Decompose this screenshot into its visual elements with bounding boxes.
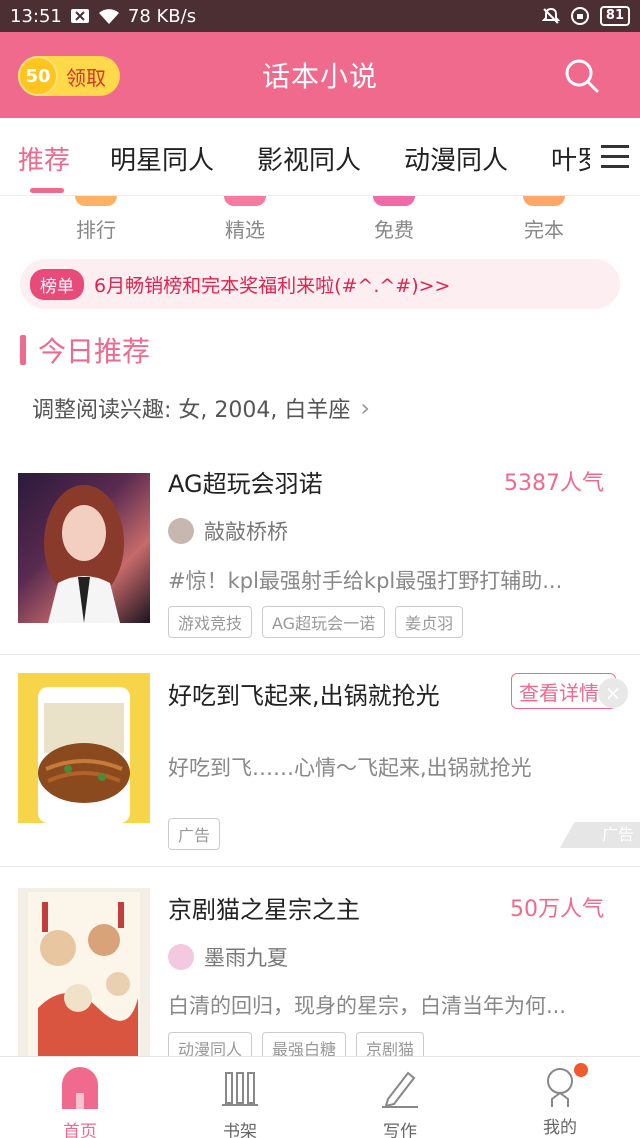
- book-cover[interactable]: [18, 888, 150, 1056]
- tag[interactable]: AG超玩会一诺: [262, 606, 386, 638]
- app-title: 话本小说: [261, 60, 378, 93]
- coin-claim-label: 领取: [66, 65, 106, 90]
- book-author[interactable]: 敲敲桥桥: [168, 516, 288, 546]
- app-header: 50 领取 话本小说: [0, 32, 640, 118]
- avatar: [168, 944, 194, 970]
- book-title[interactable]: AG超玩会羽诺: [168, 464, 323, 499]
- notice-banner[interactable]: 榜单 6月畅销榜和完本奖福利来啦(#^.^#)>>: [20, 259, 620, 309]
- quick-nav-free[interactable]: 免费: [334, 196, 454, 243]
- author-name: 敲敲桥桥: [204, 520, 288, 544]
- notice-badge: 榜单: [30, 268, 84, 300]
- ad-cover[interactable]: [18, 673, 150, 823]
- nav-profile[interactable]: 我的: [500, 1063, 620, 1138]
- free-icon: [373, 196, 415, 206]
- featured-icon: [224, 196, 266, 206]
- book-tags: 游戏竞技 AG超玩会一诺 姜贞羽: [168, 606, 464, 638]
- tab-recommend[interactable]: 推荐: [18, 140, 70, 177]
- profile-icon-wrap: [538, 1063, 588, 1109]
- section-title: 今日推荐: [38, 335, 151, 368]
- quick-nav-label: 排行: [76, 218, 116, 242]
- book-description: 白清的回归，现身的星宗，白清当年为何...: [168, 994, 567, 1018]
- nav-label: 首页: [63, 1122, 97, 1138]
- ad-tags: 广告: [168, 818, 221, 850]
- tag[interactable]: 姜贞羽: [395, 606, 464, 638]
- net-speed: 78 KB/s: [127, 5, 197, 27]
- close-icon[interactable]: ×: [598, 678, 628, 708]
- nav-bookshelf[interactable]: 书架: [180, 1065, 300, 1138]
- notification-dot: [574, 1063, 588, 1077]
- quick-nav: 排行 精选 免费 完本: [0, 196, 640, 252]
- book-popularity: 50万人气: [510, 897, 604, 922]
- battery-icon: 81: [599, 6, 630, 26]
- tag[interactable]: 游戏竞技: [168, 606, 253, 638]
- ad-tag: 广告: [168, 818, 221, 850]
- quick-nav-ranking[interactable]: 排行: [36, 196, 156, 243]
- quick-nav-completed[interactable]: 完本: [484, 196, 604, 243]
- book-description: #惊！kpl最强射手给kpl最强打野打辅助...: [168, 569, 563, 593]
- completed-icon: [523, 196, 565, 206]
- mute-bell-icon: [541, 7, 560, 24]
- author-name: 墨雨九夏: [204, 946, 288, 970]
- anime-cats-image: [28, 892, 140, 1056]
- tab-film-fanfic[interactable]: 影视同人: [257, 140, 361, 177]
- tab-celebrity-fanfic[interactable]: 明星同人: [110, 140, 214, 177]
- book-title[interactable]: 京剧猫之星宗之主: [168, 890, 360, 925]
- status-bar: 13:51 78 KB/s 81: [0, 0, 640, 32]
- nav-write[interactable]: 写作: [340, 1065, 460, 1138]
- book-popularity: 5387人气: [504, 471, 604, 496]
- coin-claim-button[interactable]: 50 领取: [18, 56, 120, 96]
- ad-title[interactable]: 好吃到飞起来,出锅就抢光: [168, 676, 440, 711]
- book-cover[interactable]: [18, 473, 150, 623]
- portrait-image: [44, 485, 124, 623]
- alarm-icon: [570, 7, 589, 25]
- ad-description: 好吃到飞……心情～飞起来,出锅就抢光: [168, 756, 532, 780]
- active-tab-indicator: [30, 188, 64, 193]
- bottom-nav: 首页 书架 写作 我的: [0, 1056, 640, 1138]
- chevron-right-icon: ›: [360, 394, 370, 422]
- nav-label: 我的: [543, 1118, 577, 1138]
- tab-anime-fanfic[interactable]: 动漫同人: [404, 140, 508, 177]
- divider: [0, 866, 640, 867]
- category-tabs: 推荐 明星同人 影视同人 动漫同人 叶罗: [0, 118, 640, 196]
- coin-amount: 50: [18, 56, 58, 96]
- status-time: 13:51: [10, 5, 62, 27]
- quick-nav-label: 免费: [374, 218, 414, 242]
- ranking-icon: [75, 196, 117, 206]
- ad-corner-badge: 广告: [560, 822, 640, 848]
- home-icon: [62, 1067, 98, 1109]
- pen-icon: [382, 1071, 418, 1108]
- wifi-icon: [98, 9, 119, 24]
- interest-text: 调整阅读兴趣: 女, 2004, 白羊座: [32, 398, 351, 423]
- tab-menu-icon[interactable]: [590, 118, 640, 194]
- notice-text: 6月畅销榜和完本奖福利来啦(#^.^#)>>: [94, 274, 451, 297]
- notification-icon: [70, 9, 89, 23]
- quick-nav-label: 完本: [524, 218, 564, 242]
- quick-nav-label: 精选: [225, 218, 265, 242]
- nav-home[interactable]: 首页: [20, 1065, 140, 1138]
- avatar: [168, 518, 194, 544]
- section-accent-bar: [20, 335, 26, 365]
- search-icon[interactable]: [562, 56, 602, 96]
- quick-nav-featured[interactable]: 精选: [185, 196, 305, 243]
- divider: [0, 654, 640, 655]
- nav-label: 写作: [383, 1122, 417, 1138]
- adjust-interest-link[interactable]: 调整阅读兴趣: 女, 2004, 白羊座 ›: [32, 392, 370, 424]
- nav-label: 书架: [223, 1122, 257, 1138]
- book-author[interactable]: 墨雨九夏: [168, 942, 288, 972]
- section-heading: 今日推荐: [20, 332, 150, 368]
- noodle-dish-image: [38, 687, 130, 823]
- bookshelf-icon: [222, 1072, 258, 1106]
